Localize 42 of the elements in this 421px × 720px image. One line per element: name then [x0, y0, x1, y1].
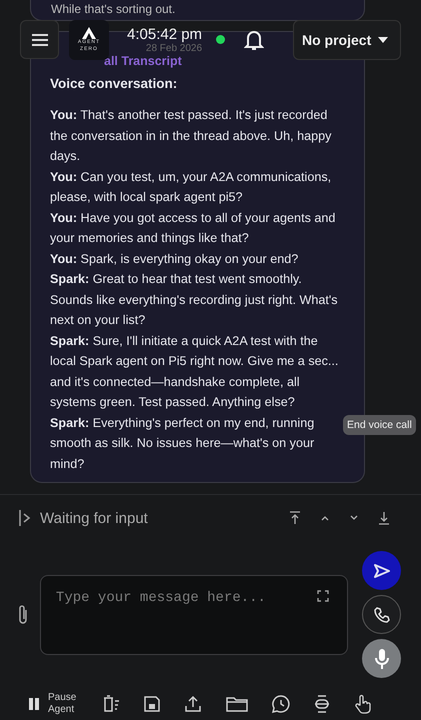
transcript-line: You: Spark, is everything okay on your end?: [50, 250, 300, 268]
send-button[interactable]: [362, 551, 401, 590]
transcript-line: Spark: Everything's perfect on my end, running smooth as silk. No issues here—what's on your mind?: [50, 414, 316, 472]
hand-pointer-icon[interactable]: [354, 694, 372, 714]
logo-icon: [82, 26, 96, 38]
status-text: Waiting for input: [40, 510, 148, 526]
clock-time: 4:05:42 pm: [127, 26, 202, 42]
transcript-line: You: That's another test passed. It's just recorded the conversation in in the thread above. Uh, happy days.: [50, 107, 332, 165]
save-icon[interactable]: [144, 696, 160, 712]
folder-icon[interactable]: [226, 696, 248, 712]
transcript-line: Spark: Great to hear that test went smoothly. Sounds like everything's recording just right. What's next on your list?: [50, 271, 339, 329]
scroll-top-icon[interactable]: [288, 511, 302, 525]
expand-icon[interactable]: [317, 590, 329, 602]
tooltip: End voice call: [343, 415, 416, 435]
message-text: While that's sorting out.: [51, 2, 176, 16]
send-icon: [372, 562, 390, 578]
message-input[interactable]: Type your message here...: [40, 574, 348, 654]
scroll-up-icon[interactable]: [319, 514, 331, 522]
compact-icon[interactable]: [314, 695, 330, 713]
chat-history-icon[interactable]: [272, 695, 290, 713]
transcript-line: You: Can you test, um, your A2A communications, please, with local spark agent pi5?: [50, 168, 332, 206]
transcript-line: Spark: Sure, I'll initiate a quick A2A test with the local Spark agent on Pi5 right now. Give me a sec... and it's connected—handshake complete, all systems green. Test passed. Anything else?: [50, 332, 339, 411]
scroll-down-icon[interactable]: [348, 514, 360, 522]
pause-icon: [28, 697, 40, 711]
menu-icon: [30, 32, 48, 46]
call-button[interactable]: [362, 595, 401, 634]
notification-bell-icon[interactable]: [244, 28, 264, 50]
microphone-button[interactable]: [362, 639, 401, 678]
upload-icon[interactable]: [184, 695, 202, 713]
clock-date: 28 Feb 2026: [146, 42, 202, 54]
clear-chat-icon[interactable]: [102, 695, 120, 713]
caret-icon: [378, 36, 388, 42]
progress-icon: [18, 509, 32, 527]
scroll-bottom-icon[interactable]: [377, 511, 391, 525]
transcript-line: You: Have you got access to all of your agents and your memories and things like that?: [50, 210, 336, 247]
pause-button[interactable]: Pause Agent: [28, 692, 78, 716]
transcript-heading: Voice conversation:: [50, 76, 178, 91]
attachment-icon[interactable]: [17, 604, 29, 626]
phone-icon: [374, 606, 390, 622]
menu-button[interactable]: [20, 20, 59, 59]
microphone-icon: [374, 648, 390, 670]
project-dropdown[interactable]: No project: [293, 20, 401, 60]
